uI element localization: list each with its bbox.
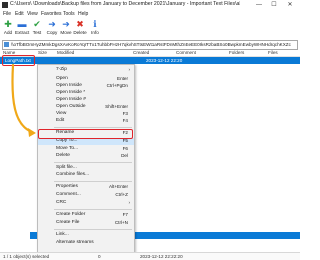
status-selection: 1 / 1 object(s) selected bbox=[3, 254, 50, 259]
status-size: 0 bbox=[98, 254, 101, 259]
status-date: 2023-12-12 22:22:20 bbox=[140, 254, 183, 259]
7zip-window: C:\Users\ \Downloads\Backup files from J… bbox=[0, 0, 300, 260]
annotation-arrow-icon bbox=[11, 63, 36, 137]
